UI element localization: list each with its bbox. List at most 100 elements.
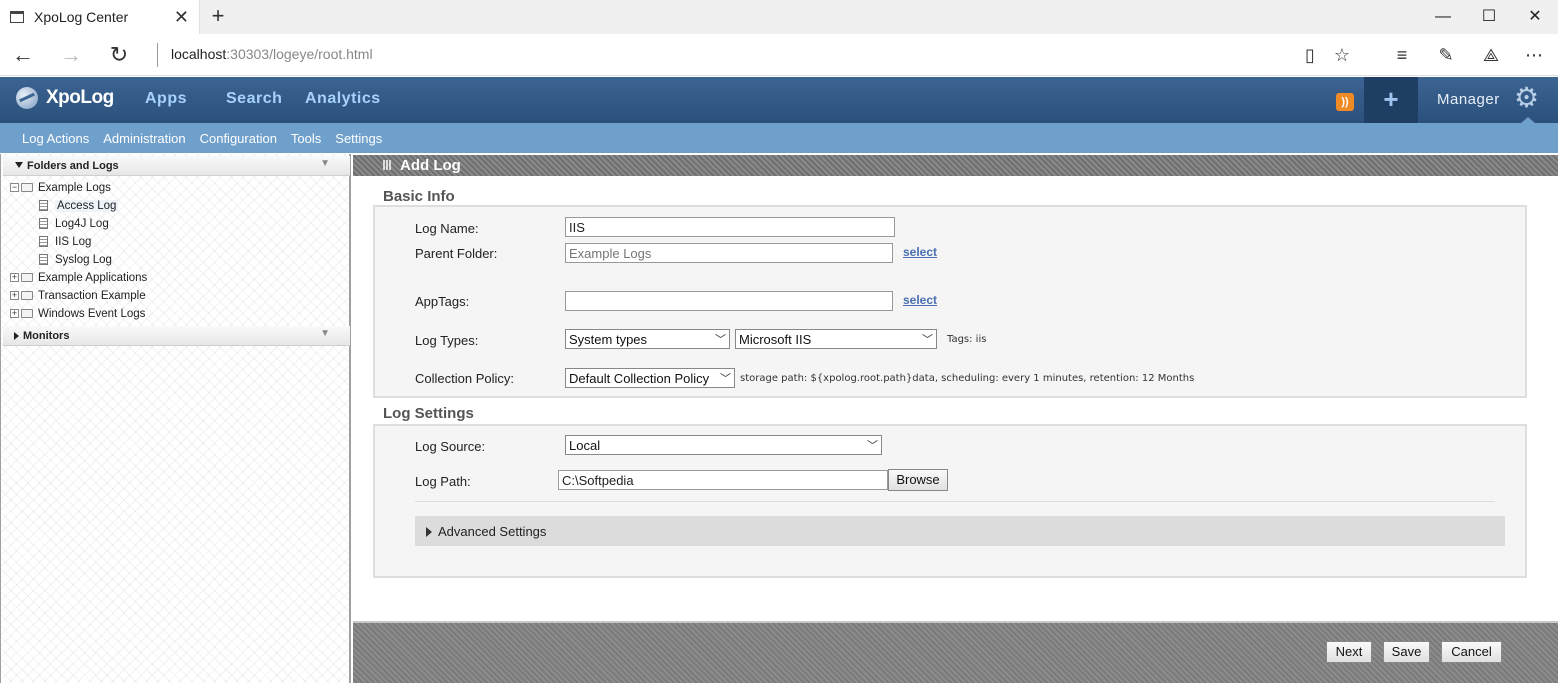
expand-icon[interactable]: + [10, 291, 19, 301]
add-log-header: Add Log [353, 155, 1558, 176]
advanced-settings-toggle[interactable]: Advanced Settings [415, 516, 1505, 546]
tree-folder-windows-event-logs[interactable]: + Windows Event Logs [10, 308, 145, 320]
tree-label: Access Log [55, 200, 119, 212]
subnav-configuration[interactable]: Configuration [200, 131, 277, 146]
cancel-button[interactable]: Cancel [1441, 641, 1502, 663]
tree-log-iis-log[interactable]: IIS Log [39, 236, 91, 248]
save-button[interactable]: Save [1383, 641, 1430, 663]
collapse-triangle-icon [15, 162, 23, 168]
parent-folder-select-link[interactable]: select [903, 245, 937, 259]
expand-icon[interactable]: + [10, 273, 19, 283]
nav-analytics[interactable]: Analytics [305, 90, 381, 108]
log-path-label: Log Path: [415, 474, 471, 489]
app-logo[interactable]: XpoLog [46, 87, 114, 109]
tree-folder-example-logs[interactable]: − Example Logs [10, 182, 111, 194]
nav-search[interactable]: Search [226, 90, 282, 108]
subnav-log-actions[interactable]: Log Actions [22, 131, 89, 146]
expand-triangle-icon [14, 332, 19, 340]
select-value: System types [569, 331, 648, 347]
app-header: XpoLog Apps Search Analytics )) + Manage… [0, 77, 1558, 124]
tree-label: Log4J Log [55, 218, 109, 230]
subnav-administration[interactable]: Administration [103, 131, 185, 146]
page-icon [10, 11, 24, 23]
log-types-type-select[interactable]: Microsoft IIS ﹀ [735, 329, 937, 349]
log-file-icon [39, 200, 48, 212]
tree-folder-transaction-example[interactable]: + Transaction Example [10, 290, 146, 302]
subnav-settings[interactable]: Settings [335, 131, 382, 146]
manager-link[interactable]: Manager [1437, 91, 1500, 108]
log-types-label: Log Types: [415, 333, 479, 348]
tree-label: Example Applications [38, 272, 148, 284]
page-title: Add Log [400, 157, 461, 174]
back-arrow-icon[interactable]: ← [10, 42, 36, 68]
select-value: Default Collection Policy [569, 370, 710, 386]
nav-apps[interactable]: Apps [145, 90, 187, 108]
xpolog-logo-icon [16, 87, 38, 109]
chevron-down-icon: ﹀ [720, 373, 731, 385]
browser-toolbar: ← → ↻ localhost:30303/logeye/root.html ▯… [0, 34, 1558, 76]
log-path-input[interactable] [558, 470, 888, 490]
advanced-settings-label: Advanced Settings [438, 524, 547, 539]
gear-icon[interactable]: ⚙ [1514, 83, 1539, 113]
maximize-button[interactable]: ☐ [1466, 4, 1512, 30]
minimize-button[interactable]: — [1420, 4, 1466, 30]
address-bar[interactable]: localhost:30303/logeye/root.html [171, 46, 373, 62]
refresh-icon[interactable]: ↻ [106, 42, 132, 68]
tree-label: Example Logs [38, 182, 111, 194]
parent-folder-label: Parent Folder: [415, 246, 498, 261]
log-type-tags: Tags: iis [947, 334, 987, 345]
expand-icon[interactable]: + [10, 309, 19, 319]
log-name-input[interactable] [565, 217, 895, 237]
sub-nav: Log Actions Administration Configuration… [0, 123, 1558, 153]
folder-icon [21, 291, 33, 301]
close-window-button[interactable]: ✕ [1512, 4, 1558, 30]
tree-folder-example-applications[interactable]: + Example Applications [10, 272, 147, 284]
monitors-panel-header[interactable]: Monitors ▼ [3, 326, 350, 346]
address-separator [157, 43, 158, 67]
browse-button[interactable]: Browse [888, 469, 948, 491]
tree-log-log4j-log[interactable]: Log4J Log [39, 218, 109, 230]
folder-icon [21, 183, 33, 193]
chevron-down-icon[interactable]: ▼ [320, 328, 330, 339]
log-types-category-select[interactable]: System types ﹀ [565, 329, 730, 349]
log-settings-title: Log Settings [383, 405, 474, 422]
more-icon[interactable]: ⋯ [1520, 42, 1548, 68]
log-file-icon [39, 236, 48, 248]
apptags-input[interactable] [565, 291, 893, 311]
rss-icon[interactable]: )) [1336, 93, 1354, 111]
tree-label: Syslog Log [55, 254, 112, 266]
divider [415, 501, 1495, 502]
web-note-icon[interactable]: ✎ [1432, 42, 1460, 68]
log-file-icon [39, 218, 48, 230]
apptags-select-link[interactable]: select [903, 293, 937, 307]
log-source-select[interactable]: Local ﹀ [565, 435, 882, 455]
hub-icon[interactable]: ≡ [1388, 42, 1416, 68]
next-button[interactable]: Next [1326, 641, 1372, 663]
folders-panel-header[interactable]: Folders and Logs ▼ [3, 156, 350, 176]
add-button[interactable]: + [1364, 77, 1418, 123]
new-tab-button[interactable]: + [206, 3, 230, 29]
collection-policy-select[interactable]: Default Collection Policy ﹀ [565, 368, 735, 388]
expand-triangle-icon [426, 527, 432, 537]
tree-label: Windows Event Logs [38, 308, 146, 320]
chevron-down-icon: ﹀ [922, 334, 933, 346]
address-path: :30303/logeye/root.html [226, 46, 373, 62]
collection-policy-label: Collection Policy: [415, 371, 514, 386]
chevron-down-icon[interactable]: ▼ [320, 158, 330, 169]
monitors-panel-title: Monitors [23, 330, 70, 342]
select-value: Microsoft IIS [739, 331, 812, 347]
favorite-star-icon[interactable]: ☆ [1328, 42, 1356, 68]
collection-policy-info: storage path: ${xpolog.root.path}data, s… [740, 373, 1195, 384]
tree-log-syslog-log[interactable]: Syslog Log [39, 254, 112, 266]
parent-folder-input[interactable] [565, 243, 893, 263]
share-icon[interactable]: ⟁ [1477, 42, 1505, 68]
folder-icon [21, 273, 33, 283]
browser-tab[interactable]: XpoLog Center ✕ [0, 0, 200, 34]
tree-label: IIS Log [55, 236, 92, 248]
forward-arrow-icon[interactable]: → [58, 42, 84, 68]
collapse-icon[interactable]: − [10, 183, 19, 193]
reading-view-icon[interactable]: ▯ [1296, 42, 1324, 68]
tree-log-access-log[interactable]: Access Log [39, 200, 119, 212]
subnav-tools[interactable]: Tools [291, 131, 321, 146]
tab-close-icon[interactable]: ✕ [174, 7, 189, 28]
